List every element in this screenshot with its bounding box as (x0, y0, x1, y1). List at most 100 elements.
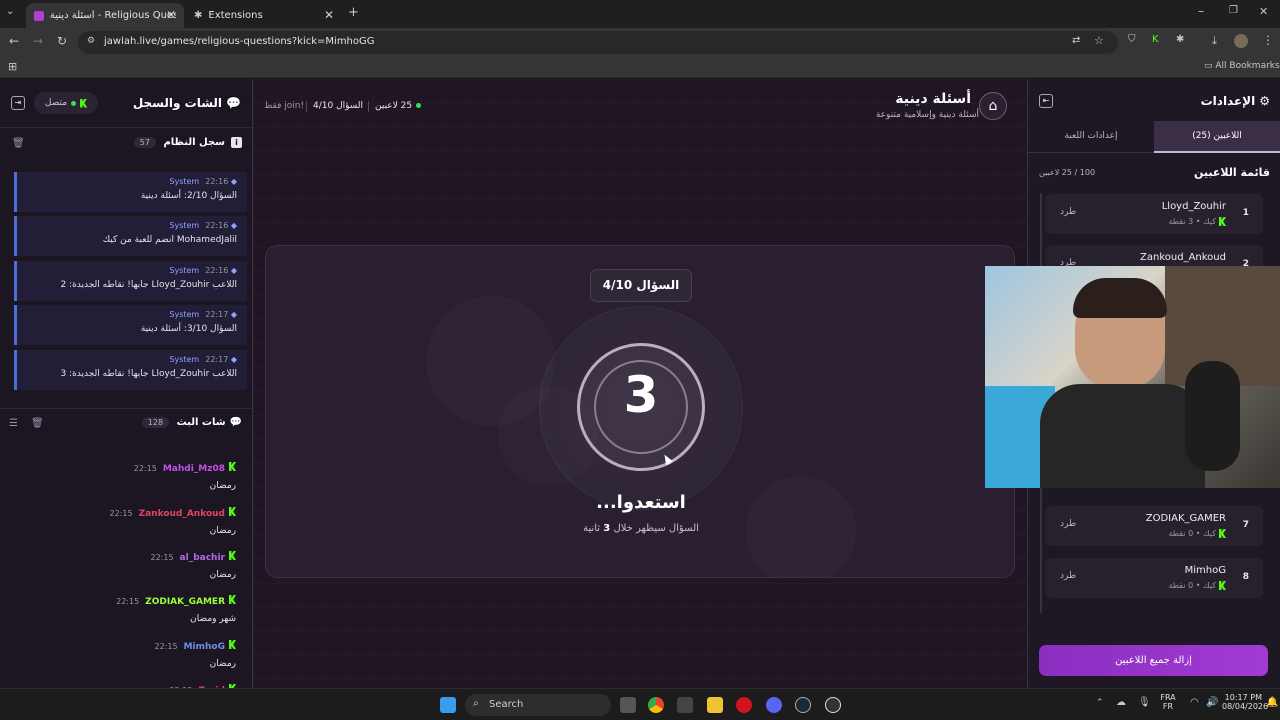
trash-icon[interactable]: 🗑 (31, 418, 44, 429)
bot-icon: ◆ (230, 221, 237, 230)
close-icon[interactable]: ✕ (166, 8, 176, 22)
tab-search-icon[interactable]: ⌄ (6, 6, 14, 17)
separator (368, 101, 369, 112)
system-sender: System (169, 177, 200, 186)
all-bookmarks[interactable]: ▭ All Bookmarks (1204, 61, 1280, 71)
kick-icon (229, 507, 236, 516)
kick-extension-icon[interactable]: K (1152, 34, 1159, 45)
wifi-icon[interactable]: ◠ (1190, 697, 1199, 708)
chat-username[interactable]: al_bachir (180, 553, 225, 563)
profile-avatar[interactable] (1234, 34, 1248, 48)
filter-icon[interactable]: ☰ (9, 418, 18, 429)
shield-icon[interactable]: ⛉ (1128, 34, 1136, 45)
kick-player-button[interactable]: طرد (1060, 519, 1076, 529)
chat-username[interactable]: Mahdi_Mz08 (163, 464, 225, 474)
trash-icon[interactable]: 🗑 (12, 138, 25, 149)
online-dot-icon (416, 103, 422, 108)
minimize-icon[interactable]: – (1198, 4, 1204, 18)
steam-icon[interactable] (795, 697, 811, 713)
players-capacity: 100 / 25 لاعبين (1039, 168, 1096, 177)
webcam-overlay (985, 266, 1280, 488)
file-explorer-icon[interactable] (707, 697, 723, 713)
bot-icon: ◆ (230, 310, 237, 319)
home-icon[interactable]: ⌂ (979, 92, 1007, 120)
chat-username[interactable]: ZODIAK_GAMER (145, 597, 225, 607)
webcam-person-hair (1073, 278, 1167, 318)
clock[interactable]: 10:17 PM 08/04/2026 (1222, 693, 1268, 711)
player-card: 1 Lloyd_Zouhir طرد كيك • 3 نقطة (1045, 194, 1263, 234)
player-name: ZODIAK_GAMER (1145, 513, 1226, 524)
player-name: MimhoG (1184, 565, 1226, 576)
collapse-panel-icon[interactable]: ⇥ (11, 96, 25, 110)
kick-player-button[interactable]: طرد (1060, 571, 1076, 581)
kick-player-button[interactable]: طرد (1060, 207, 1076, 217)
notification-icon[interactable]: 🔔 (1266, 697, 1278, 708)
site-info-icon[interactable]: ⚙ (87, 36, 95, 46)
tab-game-settings[interactable]: إعدادات اللعبة (1028, 121, 1154, 153)
remove-all-players-button[interactable]: إزالة جميع اللاعبين (1039, 645, 1268, 676)
chat-message-header: 22:15 al_bachir (150, 545, 236, 564)
volume-icon[interactable]: 🔊 (1206, 697, 1218, 708)
all-bookmarks-label: All Bookmarks (1215, 61, 1280, 71)
tab-players[interactable]: اللاعبين (25) (1154, 121, 1280, 153)
page: 💬الشات والسجل متصل ⇥ iسجل النظام 57 🗑 ◆ … (0, 79, 1280, 696)
taskbar: ⌕ Search ⌃ ☁ 🎙 FRA FR ◠ 🔊 10:17 PM 08/04/2… (0, 688, 1280, 720)
game-area: ⌂ أسئلة دينية أسئلة دينية وإسلامية متنوع… (253, 79, 1027, 688)
system-sender: System (169, 266, 200, 275)
restore-icon[interactable]: ❐ (1229, 5, 1238, 16)
system-time: 22:16 (205, 221, 229, 230)
window-close-icon[interactable]: ✕ (1259, 5, 1268, 18)
download-icon[interactable]: ⤓ (1212, 34, 1217, 48)
chat-message-header: 22:15 ZODIAK_GAMER (116, 589, 236, 608)
chat-text: رمضان (209, 570, 236, 580)
obs-icon[interactable] (825, 697, 841, 713)
address-bar: ← → ↻ ⚙ jawlah.live/games/religious-ques… (0, 28, 1280, 57)
extensions-icon[interactable]: ✱ (1176, 34, 1184, 45)
ready-text: استعدوا... (596, 492, 686, 513)
taskbar-search[interactable]: ⌕ Search (465, 694, 611, 716)
players-count: 25 لاعبين (375, 101, 422, 111)
discord-icon[interactable] (766, 697, 782, 713)
apps-grid-icon[interactable]: ⊞ (8, 60, 17, 73)
chat-message: 22:15 Zankoud_Ankoud رمضان (110, 501, 236, 536)
system-message-header: ◆ System 22:17 (169, 310, 237, 319)
task-view-icon[interactable] (620, 697, 636, 713)
url-field[interactable]: ⚙ jawlah.live/games/religious-questions?… (78, 31, 1118, 54)
system-time: 22:17 (205, 355, 229, 364)
opera-icon[interactable] (736, 697, 752, 713)
system-message: ◆ System 22:16 السؤال 2/10: أسئلة دينية (14, 172, 247, 212)
microphone-icon[interactable]: 🎙 (1138, 697, 1151, 708)
forward-icon[interactable]: → (33, 34, 43, 48)
snipping-tool-icon[interactable] (677, 697, 693, 713)
webcam-person-shirt (1040, 384, 1205, 488)
language-indicator[interactable]: FRA FR (1160, 693, 1176, 711)
translate-icon[interactable]: ⇄ (1072, 35, 1080, 46)
tab-extensions[interactable]: ✱ Extensions ✕ (186, 3, 342, 28)
chat-text: شهر ومضان (190, 614, 236, 624)
webcam-microphone (1185, 361, 1240, 471)
countdown-number: 3 (623, 366, 659, 424)
tray-chevron-icon[interactable]: ⌃ (1096, 698, 1104, 708)
chat-title: 💬الشات والسجل (132, 96, 241, 110)
bookmarks-bar: ⊞ ▭ All Bookmarks (0, 57, 1280, 78)
tab-religious-questions[interactable]: أسئلة دينية - Religious Questions ✕ (26, 3, 184, 28)
windows-start-icon[interactable] (440, 697, 456, 713)
chat-username[interactable]: Zankoud_Ankoud (139, 509, 225, 519)
collapse-panel-icon[interactable]: ⇤ (1039, 94, 1053, 108)
close-icon[interactable]: ✕ (324, 8, 334, 22)
player-meta: كيك • 3 نقطة (1168, 217, 1226, 226)
reload-icon[interactable]: ↻ (57, 34, 67, 48)
bookmark-star-icon[interactable]: ☆ (1094, 34, 1104, 47)
menu-icon[interactable]: ⋮ (1262, 33, 1274, 47)
countdown-subtext: السؤال سيظهر خلال 3 ثانية (583, 523, 699, 534)
chat-log-panel: 💬الشات والسجل متصل ⇥ iسجل النظام 57 🗑 ◆ … (0, 79, 253, 696)
player-rank: 7 (1242, 520, 1249, 530)
back-icon[interactable]: ← (9, 34, 19, 48)
new-tab-icon[interactable]: + (348, 5, 359, 20)
onedrive-icon[interactable]: ☁ (1116, 697, 1126, 708)
puzzle-icon: ✱ (194, 10, 203, 21)
game-title: أسئلة دينية (895, 91, 971, 107)
join-hint: !join فقط (264, 101, 305, 111)
chat-username[interactable]: MimhoG (184, 642, 225, 652)
chrome-icon[interactable] (648, 697, 664, 713)
